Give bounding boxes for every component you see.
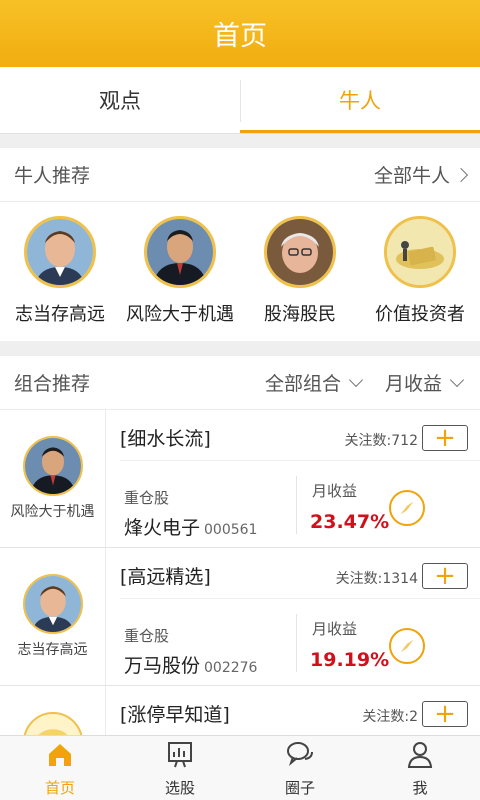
follow-count: 关注数:2 — [362, 709, 418, 725]
expert-name: 价值投资者 — [375, 304, 465, 325]
expert-name: 风险大于机遇 — [126, 304, 234, 325]
portfolio-name[interactable]: [高远精选] — [120, 562, 211, 589]
nav-label: 选股 — [164, 778, 195, 797]
nav-label: 首页 — [44, 778, 75, 797]
experts-section: 牛人推荐 全部牛人 志当存高远 风险大于机遇 股海股民 价值投资者 — [0, 148, 480, 341]
return-value: 19.19% — [310, 649, 390, 671]
manager-block[interactable]: 志当存高远 — [0, 548, 106, 685]
all-experts-label: 全部牛人 — [373, 165, 450, 187]
page-title: 首页 — [213, 21, 267, 52]
chat-icon — [285, 739, 315, 773]
bottom-nav: 首页 选股 圈子 我 — [0, 735, 480, 800]
manager-name: 风险大于机遇 — [10, 504, 95, 520]
expert-name: 志当存高远 — [15, 304, 105, 325]
expert-item[interactable]: 价值投资者 — [360, 216, 480, 349]
nav-label: 圈子 — [284, 778, 315, 797]
follow-button[interactable]: + — [422, 563, 468, 589]
divider — [120, 598, 480, 599]
tab-experts[interactable]: 牛人 — [240, 67, 480, 133]
app-screen: 首页 观点 牛人 牛人推荐 全部牛人 志当存高远 风险大于机遇 股海股民 价值投… — [0, 0, 480, 800]
nav-stock-pick[interactable]: 选股 — [120, 736, 240, 800]
home-icon — [45, 739, 75, 773]
return-label: 月收益 — [312, 620, 358, 638]
portfolio-name[interactable]: [涨停早知道] — [120, 700, 230, 727]
nav-me[interactable]: 我 — [360, 736, 480, 800]
all-experts-link[interactable]: 全部牛人 — [373, 161, 469, 188]
tab-divider — [240, 80, 241, 122]
plus-icon: + — [434, 423, 456, 453]
portfolio-header: 组合推荐 全部组合 月收益 — [0, 356, 480, 410]
avatar — [264, 216, 336, 288]
compass-icon[interactable] — [389, 628, 425, 664]
portfolio-title: 组合推荐 — [14, 373, 91, 395]
holding-stock: 烽火电子 000561 — [124, 513, 257, 540]
portfolio-card[interactable]: 志当存高远 [高远精选] 关注数:1314 + 重仓股 万马股份 002276 月… — [0, 548, 480, 686]
expert-name: 股海股民 — [264, 304, 336, 325]
avatar — [24, 216, 96, 288]
compass-icon[interactable] — [389, 490, 425, 526]
expert-item[interactable]: 志当存高远 — [0, 216, 120, 349]
expert-item[interactable]: 风险大于机遇 — [120, 216, 240, 349]
divider — [296, 476, 297, 534]
nav-label: 我 — [412, 778, 428, 797]
stock-code: 000561 — [204, 522, 258, 538]
chevron-down-icon — [449, 372, 465, 388]
holding-label: 重仓股 — [124, 627, 170, 645]
return-value: 23.47% — [310, 511, 390, 533]
title-bar: 首页 — [0, 0, 480, 67]
nav-circle[interactable]: 圈子 — [240, 736, 360, 800]
stock-name: 万马股份 — [124, 655, 201, 677]
portfolio-filters: 全部组合 月收益 — [265, 369, 466, 396]
avatar — [384, 216, 456, 288]
tab-viewpoints[interactable]: 观点 — [0, 67, 240, 133]
divider — [296, 614, 297, 672]
all-portfolios-dropdown[interactable]: 全部组合 — [265, 369, 365, 396]
follow-button[interactable]: + — [422, 425, 468, 451]
holding-label: 重仓股 — [124, 489, 170, 507]
sort-dropdown[interactable]: 月收益 — [385, 369, 466, 396]
portfolio-name[interactable]: [细水长流] — [120, 424, 211, 451]
holding-stock: 万马股份 002276 — [124, 651, 257, 678]
follow-button[interactable]: + — [422, 701, 468, 727]
expert-item[interactable]: 股海股民 — [240, 216, 360, 349]
chart-icon — [165, 739, 195, 773]
avatar — [22, 574, 83, 634]
portfolio-section: 组合推荐 全部组合 月收益 — [0, 356, 480, 410]
all-portfolios-label: 全部组合 — [264, 373, 341, 395]
avatar — [22, 436, 83, 496]
nav-home[interactable]: 首页 — [0, 736, 120, 800]
return-label: 月收益 — [312, 482, 358, 500]
plus-icon: + — [434, 699, 456, 729]
follow-count: 关注数:712 — [344, 433, 418, 449]
manager-block[interactable]: 风险大于机遇 — [0, 410, 106, 547]
chevron-right-icon — [453, 167, 469, 182]
experts-title: 牛人推荐 — [14, 165, 91, 187]
plus-icon: + — [434, 561, 456, 591]
portfolio-card[interactable]: 风险大于机遇 [细水长流] 关注数:712 + 重仓股 烽火电子 000561 月… — [0, 410, 480, 548]
user-icon — [405, 739, 435, 773]
avatar — [144, 216, 216, 288]
chevron-down-icon — [348, 372, 364, 388]
experts-list: 志当存高远 风险大于机遇 股海股民 价值投资者 — [0, 202, 480, 349]
divider — [120, 460, 480, 461]
sort-label: 月收益 — [384, 373, 442, 395]
manager-name: 志当存高远 — [17, 642, 88, 658]
follow-count: 关注数:1314 — [335, 571, 418, 587]
stock-code: 002276 — [204, 660, 258, 676]
stock-name: 烽火电子 — [124, 517, 201, 539]
experts-header: 牛人推荐 全部牛人 — [0, 148, 480, 202]
